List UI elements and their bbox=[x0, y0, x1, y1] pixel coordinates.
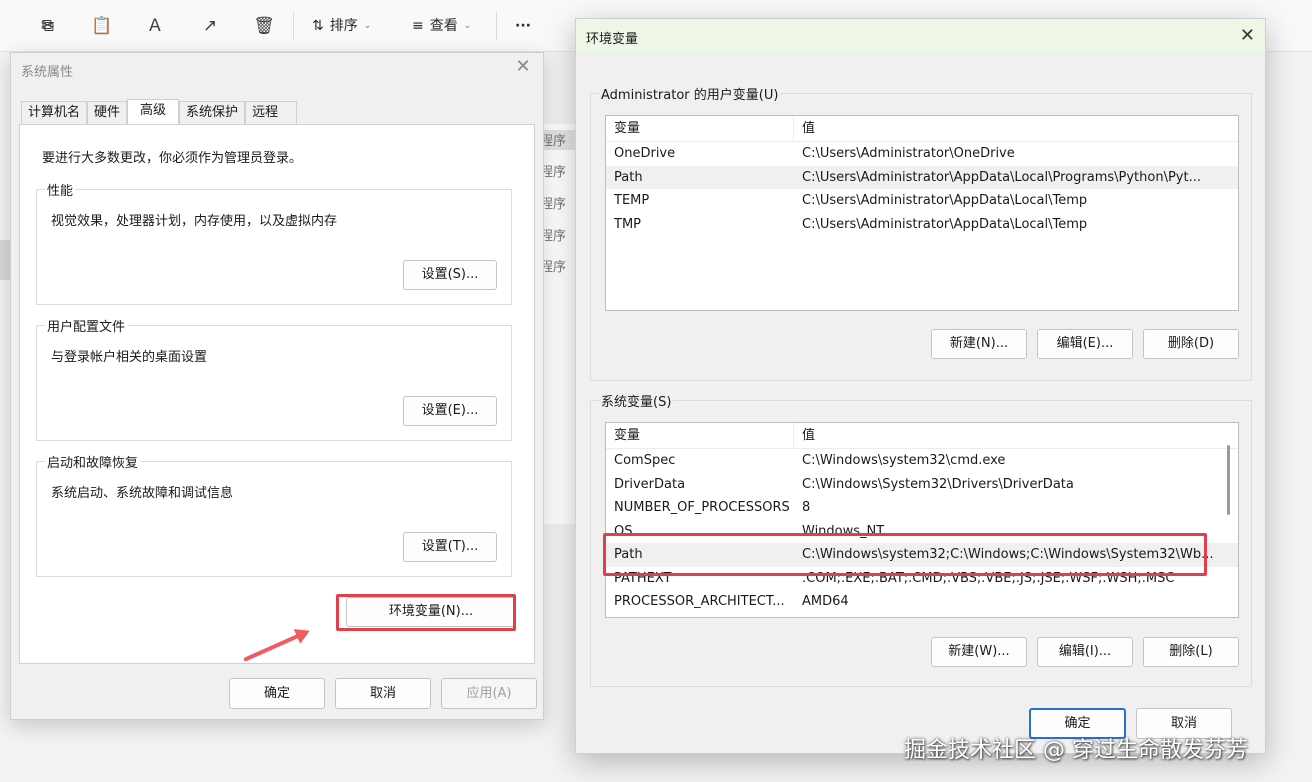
variable-value: C:\Users\Administrator\AppData\Local\Pro… bbox=[802, 169, 1201, 185]
tab-remote[interactable]: 远程 bbox=[245, 101, 298, 125]
dialog-title: 系统属性 bbox=[21, 65, 74, 80]
title-bar: 环境变量 ✕ bbox=[576, 19, 1265, 53]
tab-bar: 计算机名 硬件 高级 系统保护 远程 bbox=[21, 99, 298, 125]
group-description: 与登录帐户相关的桌面设置 bbox=[51, 350, 208, 365]
dialog-title: 环境变量 bbox=[586, 32, 639, 47]
variable-value: C:\Windows\System32\Drivers\DriverData bbox=[802, 476, 1074, 492]
chevron-down-icon: ⌄ bbox=[463, 21, 472, 31]
ok-button[interactable]: 确定 bbox=[229, 678, 325, 709]
background-explorer-edge bbox=[0, 240, 10, 280]
list-row[interactable]: NUMBER_OF_PROCESSORS 8 bbox=[606, 496, 1238, 520]
view-label: 查看 bbox=[429, 18, 458, 34]
list-header: 变量 值 bbox=[606, 116, 1238, 142]
startup-recovery-group: 启动和故障恢复 系统启动、系统故障和调试信息 设置(T)... bbox=[36, 452, 512, 577]
column-header-value[interactable]: 值 bbox=[794, 423, 1218, 448]
variable-value: C:\Users\Administrator\AppData\Local\Tem… bbox=[802, 193, 1088, 208]
sort-label: 排序 bbox=[329, 18, 358, 34]
rename-icon[interactable]: Ａ bbox=[143, 14, 167, 38]
column-header-variable[interactable]: 变量 bbox=[606, 116, 794, 141]
user-variables-section: Administrator 的用户变量(U) 变量 值 OneDrive C:\… bbox=[590, 84, 1252, 381]
share-icon[interactable]: ↗ bbox=[198, 14, 222, 38]
sort-icon: ⇅ bbox=[312, 18, 324, 34]
variable-value: C:\Users\Administrator\OneDrive bbox=[802, 146, 1015, 161]
variable-name: Path bbox=[614, 169, 643, 185]
system-delete-button[interactable]: 删除(L) bbox=[1143, 637, 1239, 667]
list-row[interactable]: ComSpec C:\Windows\system32\cmd.exe bbox=[606, 449, 1238, 473]
variable-name: PROCESSOR_ARCHITECT... bbox=[614, 594, 785, 609]
list-row[interactable]: DriverData C:\Windows\System32\Drivers\D… bbox=[606, 473, 1238, 497]
system-new-button[interactable]: 新建(W)... bbox=[931, 637, 1027, 667]
close-icon[interactable]: ✕ bbox=[513, 57, 533, 77]
delete-icon[interactable]: 🗑 bbox=[252, 14, 276, 38]
chevron-down-icon: ⌄ bbox=[363, 21, 372, 31]
performance-settings-button[interactable]: 设置(S)... bbox=[403, 260, 497, 290]
copy-icon[interactable]: ⧉ bbox=[36, 14, 60, 38]
variable-name: NUMBER_OF_PROCESSORS bbox=[614, 500, 790, 515]
user-profiles-settings-button[interactable]: 设置(E)... bbox=[403, 396, 497, 426]
variable-value: C:\Users\Administrator\AppData\Local\Tem… bbox=[802, 216, 1088, 232]
paste-icon[interactable]: 📋 bbox=[90, 14, 114, 38]
toolbar-divider bbox=[496, 12, 497, 40]
group-description: 系统启动、系统故障和调试信息 bbox=[51, 486, 234, 501]
list-row[interactable]: OneDrive C:\Users\Administrator\OneDrive bbox=[606, 142, 1238, 166]
group-label: 用户配置文件 bbox=[45, 316, 128, 335]
system-edit-button[interactable]: 编辑(I)... bbox=[1037, 637, 1133, 667]
sort-button[interactable]: ⇅ 排序 ⌄ bbox=[312, 14, 371, 38]
watermark: 掘金技术社区 @ 穿过生命散发芬芳 bbox=[904, 738, 1248, 763]
highlight-box bbox=[603, 533, 1207, 576]
variable-name: ComSpec bbox=[614, 453, 676, 468]
environment-variables-dialog: 环境变量 ✕ Administrator 的用户变量(U) 变量 值 OneDr… bbox=[575, 18, 1266, 754]
column-header-value[interactable]: 值 bbox=[794, 116, 1218, 141]
variable-value: 8 bbox=[802, 500, 811, 515]
tab-system-protection[interactable]: 系统保护 bbox=[179, 101, 246, 125]
advanced-tab-panel: 要进行大多数更改，你必须作为管理员登录。 性能 视觉效果，处理器计划，内存使用，… bbox=[19, 124, 535, 664]
tab-computer-name[interactable]: 计算机名 bbox=[21, 101, 88, 125]
close-icon[interactable]: ✕ bbox=[1240, 25, 1255, 46]
user-delete-button[interactable]: 删除(D) bbox=[1143, 329, 1239, 359]
section-label: Administrator 的用户变量(U) bbox=[599, 84, 781, 103]
variable-name: TEMP bbox=[614, 193, 650, 208]
group-label: 性能 bbox=[45, 180, 76, 199]
list-row[interactable]: PROCESSOR_ARCHITECT... AMD64 bbox=[606, 590, 1238, 614]
view-button[interactable]: ≡ 查看 ⌄ bbox=[412, 14, 471, 38]
column-header-variable[interactable]: 变量 bbox=[606, 423, 794, 448]
performance-group: 性能 视觉效果，处理器计划，内存使用，以及虚拟内存 设置(S)... bbox=[36, 180, 512, 305]
tab-hardware[interactable]: 硬件 bbox=[87, 101, 128, 125]
section-label: 系统变量(S) bbox=[599, 391, 674, 410]
toolbar-divider bbox=[293, 12, 294, 40]
list-header: 变量 值 bbox=[606, 423, 1238, 449]
startup-recovery-settings-button[interactable]: 设置(T)... bbox=[403, 532, 497, 562]
list-row[interactable]: TEMP C:\Users\Administrator\AppData\Loca… bbox=[606, 189, 1238, 213]
variable-name: TMP bbox=[614, 216, 641, 232]
more-button[interactable]: ··· bbox=[515, 14, 531, 38]
user-profiles-group: 用户配置文件 与登录帐户相关的桌面设置 设置(E)... bbox=[36, 316, 512, 441]
system-properties-dialog: 系统属性 ✕ 计算机名 硬件 高级 系统保护 远程 要进行大多数更改，你必须作为… bbox=[10, 52, 544, 720]
variable-value: C:\Windows\system32\cmd.exe bbox=[802, 453, 1006, 468]
variable-name: DriverData bbox=[614, 476, 686, 492]
cancel-button[interactable]: 取消 bbox=[335, 678, 431, 709]
list-row[interactable]: Path C:\Users\Administrator\AppData\Loca… bbox=[606, 165, 1238, 189]
variable-value: AMD64 bbox=[802, 594, 849, 609]
group-label: 启动和故障恢复 bbox=[45, 452, 141, 471]
user-variables-list[interactable]: 变量 值 OneDrive C:\Users\Administrator\One… bbox=[605, 115, 1239, 311]
group-description: 视觉效果，处理器计划，内存使用，以及虚拟内存 bbox=[51, 214, 338, 229]
user-edit-button[interactable]: 编辑(E)... bbox=[1037, 329, 1133, 359]
tab-advanced[interactable]: 高级 bbox=[127, 99, 180, 125]
variable-name: OneDrive bbox=[614, 146, 676, 161]
system-variables-list[interactable]: 变量 值 ComSpec C:\Windows\system32\cmd.exe… bbox=[605, 422, 1239, 618]
scrollbar-thumb[interactable] bbox=[1227, 445, 1230, 515]
apply-button[interactable]: 应用(A) bbox=[441, 678, 537, 709]
admin-note: 要进行大多数更改，你必须作为管理员登录。 bbox=[42, 151, 303, 166]
highlight-box bbox=[336, 594, 516, 631]
view-icon: ≡ bbox=[412, 18, 424, 34]
list-row[interactable]: TMP C:\Users\Administrator\AppData\Local… bbox=[606, 213, 1238, 237]
user-new-button[interactable]: 新建(N)... bbox=[931, 329, 1027, 359]
